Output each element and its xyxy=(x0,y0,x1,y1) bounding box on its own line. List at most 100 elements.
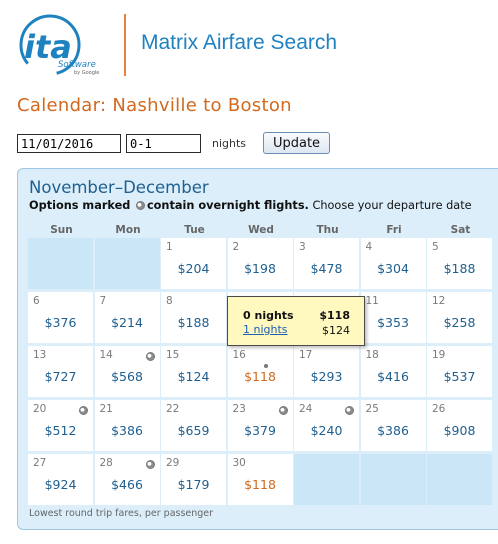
overnight-moon-icon xyxy=(345,406,354,415)
day-cell[interactable]: 28 $466 xyxy=(94,454,160,505)
day-price[interactable]: $466 xyxy=(95,477,160,492)
day-number: 15 xyxy=(166,349,180,361)
day-cell[interactable]: 1 $204 xyxy=(161,238,226,289)
day-cell[interactable]: 29 $179 xyxy=(161,454,226,505)
notice-bold-before: Options marked xyxy=(29,199,131,212)
day-cell[interactable]: 17 $293 xyxy=(294,346,359,397)
day-number: 19 xyxy=(432,349,446,361)
day-cell[interactable]: 3 $478 xyxy=(294,238,359,289)
day-cell[interactable]: 26 $908 xyxy=(427,400,492,451)
overnight-moon-icon xyxy=(145,352,155,361)
day-cell[interactable]: 5 $188 xyxy=(427,238,492,289)
day-price[interactable]: $204 xyxy=(161,261,226,276)
day-price[interactable]: $293 xyxy=(294,369,359,384)
overnight-moon-icon xyxy=(79,406,88,415)
day-price[interactable]: $304 xyxy=(361,261,426,276)
weekday-label: Sat xyxy=(450,224,471,236)
day-price[interactable]: $258 xyxy=(427,315,492,330)
day-price[interactable]: $416 xyxy=(361,369,426,384)
empty-day-cell xyxy=(28,238,93,289)
day-cell[interactable]: 23 $379 xyxy=(227,400,293,451)
day-number: 30 xyxy=(232,457,246,469)
day-number: 8 xyxy=(166,295,173,307)
day-cell[interactable]: 8 $188 xyxy=(161,292,226,343)
day-number: 17 xyxy=(299,349,313,361)
day-cell[interactable]: 19 $537 xyxy=(427,346,492,397)
day-cell[interactable]: 12 $258 xyxy=(427,292,492,343)
departure-date-input[interactable] xyxy=(17,134,121,153)
day-cell[interactable]: 15 $124 xyxy=(161,346,226,397)
day-price[interactable]: $188 xyxy=(427,261,492,276)
day-price[interactable]: $118 xyxy=(228,477,293,492)
overnight-moon-icon xyxy=(278,406,288,415)
selected-dot-icon xyxy=(263,364,268,368)
svg-text:Software: Software xyxy=(58,60,96,70)
day-price[interactable]: $924 xyxy=(28,477,93,492)
weekday-label: Tue xyxy=(184,224,205,236)
empty-day-cell xyxy=(360,454,426,505)
fare-tooltip: 0 nights $118 1 nights $124 xyxy=(227,296,365,346)
day-cell[interactable]: 22 $659 xyxy=(161,400,226,451)
day-cell[interactable]: 4 $304 xyxy=(360,238,426,289)
day-price[interactable]: $478 xyxy=(294,261,359,276)
day-number: 18 xyxy=(365,349,379,361)
fare-footnote: Lowest round trip fares, per passenger xyxy=(29,508,214,519)
day-price[interactable]: $240 xyxy=(294,423,359,438)
day-number: 20 xyxy=(33,403,47,415)
day-price[interactable]: $124 xyxy=(161,369,226,384)
day-price[interactable]: $386 xyxy=(361,423,426,438)
weekday-label: Sun xyxy=(50,224,73,236)
day-price[interactable]: $512 xyxy=(28,423,93,438)
day-price[interactable]: $537 xyxy=(427,369,492,384)
day-price[interactable]: $568 xyxy=(95,369,160,384)
empty-day-cell xyxy=(294,454,359,505)
page-title: Calendar: Nashville to Boston xyxy=(17,95,292,116)
svg-text:by Google: by Google xyxy=(74,70,99,76)
day-cell[interactable]: 24 $240 xyxy=(294,400,359,451)
day-price[interactable]: $198 xyxy=(228,261,293,276)
day-cell[interactable]: 30 $118 xyxy=(227,454,293,505)
day-cell[interactable]: 14 $568 xyxy=(94,346,160,397)
tooltip-zero-nights-label: 0 nights xyxy=(243,309,294,322)
day-price[interactable]: $376 xyxy=(28,315,93,330)
day-number: 22 xyxy=(166,403,180,415)
nights-range-input[interactable] xyxy=(126,134,201,153)
day-cell[interactable]: 16 $118 xyxy=(227,346,293,397)
day-price[interactable]: $908 xyxy=(427,423,492,438)
day-cell[interactable]: 20 $512 xyxy=(28,400,93,451)
day-number: 24 xyxy=(299,403,313,415)
day-price[interactable]: $379 xyxy=(228,423,293,438)
day-price[interactable]: $118 xyxy=(228,369,293,384)
day-cell[interactable]: 7 $214 xyxy=(94,292,160,343)
day-price[interactable]: $386 xyxy=(95,423,160,438)
day-number: 2 xyxy=(232,241,240,253)
day-price[interactable]: $179 xyxy=(161,477,226,492)
day-price[interactable]: $188 xyxy=(161,315,226,330)
overnight-moon-icon xyxy=(145,460,155,469)
day-cell[interactable]: 21 $386 xyxy=(94,400,160,451)
day-cell[interactable]: 6 $376 xyxy=(28,292,93,343)
day-number: 16 xyxy=(232,349,246,361)
day-price[interactable]: $659 xyxy=(161,423,226,438)
day-price[interactable]: $353 xyxy=(361,315,426,330)
day-number: 6 xyxy=(33,295,40,307)
weekday-header: Sun Mon Tue Wed Thu Fri Sat xyxy=(29,224,498,236)
ita-software-logo[interactable]: ita Software by Google xyxy=(14,10,114,80)
tooltip-zero-nights-price: $118 xyxy=(319,309,350,322)
day-cell[interactable]: 11 $353 xyxy=(360,292,426,343)
header-divider xyxy=(124,14,126,76)
day-cell[interactable]: 27 $924 xyxy=(28,454,93,505)
day-cell[interactable]: 25 $386 xyxy=(360,400,426,451)
day-number: 11 xyxy=(365,295,379,307)
day-number: 25 xyxy=(365,403,379,415)
day-price[interactable]: $727 xyxy=(28,369,93,384)
day-number: 7 xyxy=(99,295,107,307)
day-number: 28 xyxy=(99,457,113,469)
tooltip-one-night-link[interactable]: 1 nights xyxy=(243,323,288,336)
update-button[interactable]: Update xyxy=(263,132,330,154)
day-price[interactable]: $214 xyxy=(95,315,160,330)
day-cell[interactable]: 13 $727 xyxy=(28,346,93,397)
tooltip-one-night-price: $124 xyxy=(322,324,350,337)
day-cell[interactable]: 2 $198 xyxy=(227,238,293,289)
day-cell[interactable]: 18 $416 xyxy=(360,346,426,397)
